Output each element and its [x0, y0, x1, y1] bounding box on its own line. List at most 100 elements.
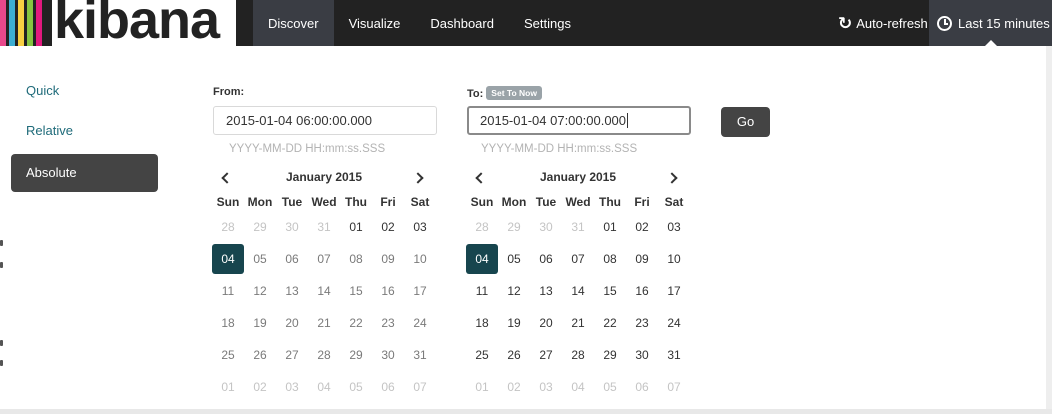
- calendar-day[interactable]: 13: [276, 276, 308, 306]
- calendar-day[interactable]: 18: [466, 308, 498, 338]
- calendar-day[interactable]: 29: [498, 212, 530, 242]
- calendar-day[interactable]: 02: [244, 372, 276, 402]
- calendar-day[interactable]: 23: [626, 308, 658, 338]
- calendar-day[interactable]: 11: [212, 276, 244, 306]
- kibana-logo[interactable]: kibana: [52, 0, 236, 46]
- next-month-icon[interactable]: [666, 168, 682, 188]
- set-to-now-button[interactable]: Set To Now: [486, 86, 542, 100]
- calendar-day[interactable]: 05: [498, 244, 530, 274]
- calendar-day[interactable]: 22: [340, 308, 372, 338]
- calendar-day[interactable]: 29: [594, 340, 626, 370]
- calendar-day[interactable]: 05: [244, 244, 276, 274]
- calendar-day[interactable]: 04: [562, 372, 594, 402]
- calendar-day[interactable]: 13: [530, 276, 562, 306]
- calendar-day[interactable]: 08: [594, 244, 626, 274]
- calendar-day[interactable]: 07: [404, 372, 436, 402]
- calendar-day[interactable]: 12: [244, 276, 276, 306]
- calendar-day[interactable]: 28: [562, 340, 594, 370]
- calendar-day[interactable]: 25: [466, 340, 498, 370]
- calendar-day[interactable]: 21: [308, 308, 340, 338]
- from-datetime-input[interactable]: 2015-01-04 06:00:00.000: [213, 106, 437, 135]
- calendar-day[interactable]: 21: [562, 308, 594, 338]
- calendar-day[interactable]: 12: [498, 276, 530, 306]
- calendar-day[interactable]: 31: [562, 212, 594, 242]
- calendar-day[interactable]: 31: [404, 340, 436, 370]
- calendar-day[interactable]: 08: [340, 244, 372, 274]
- calendar-day[interactable]: 09: [372, 244, 404, 274]
- calendar-day[interactable]: 02: [626, 212, 658, 242]
- calendar-day[interactable]: 04: [466, 244, 498, 274]
- calendar-day[interactable]: 14: [308, 276, 340, 306]
- calendar-day[interactable]: 17: [404, 276, 436, 306]
- calendar-day[interactable]: 19: [498, 308, 530, 338]
- calendar-day[interactable]: 06: [372, 372, 404, 402]
- calendar-day[interactable]: 27: [530, 340, 562, 370]
- mode-relative[interactable]: Relative: [11, 112, 158, 150]
- calendar-day[interactable]: 01: [340, 212, 372, 242]
- calendar-day[interactable]: 31: [658, 340, 690, 370]
- calendar-day[interactable]: 03: [658, 212, 690, 242]
- calendar-day[interactable]: 28: [212, 212, 244, 242]
- calendar-day[interactable]: 05: [340, 372, 372, 402]
- calendar-day[interactable]: 03: [276, 372, 308, 402]
- calendar-day[interactable]: 02: [372, 212, 404, 242]
- calendar-month-title[interactable]: January 2015: [516, 170, 640, 184]
- calendar-month-title[interactable]: January 2015: [262, 170, 386, 184]
- calendar-day[interactable]: 27: [276, 340, 308, 370]
- next-month-icon[interactable]: [412, 168, 428, 188]
- go-button[interactable]: Go: [721, 107, 770, 137]
- calendar-day[interactable]: 10: [404, 244, 436, 274]
- calendar-day[interactable]: 23: [372, 308, 404, 338]
- calendar-day[interactable]: 20: [276, 308, 308, 338]
- calendar-day[interactable]: 20: [530, 308, 562, 338]
- nav-visualize[interactable]: Visualize: [334, 0, 416, 46]
- auto-refresh-button[interactable]: ↻ Auto-refresh: [834, 0, 936, 46]
- calendar-day[interactable]: 28: [466, 212, 498, 242]
- calendar-day[interactable]: 06: [530, 244, 562, 274]
- calendar-day[interactable]: 31: [308, 212, 340, 242]
- calendar-day[interactable]: 03: [530, 372, 562, 402]
- calendar-day[interactable]: 25: [212, 340, 244, 370]
- calendar-day[interactable]: 11: [466, 276, 498, 306]
- calendar-day[interactable]: 16: [372, 276, 404, 306]
- calendar-day[interactable]: 01: [594, 212, 626, 242]
- calendar-day[interactable]: 02: [498, 372, 530, 402]
- prev-month-icon[interactable]: [472, 168, 488, 188]
- calendar-day[interactable]: 05: [594, 372, 626, 402]
- calendar-day[interactable]: 07: [308, 244, 340, 274]
- calendar-day[interactable]: 26: [244, 340, 276, 370]
- calendar-day[interactable]: 14: [562, 276, 594, 306]
- calendar-day[interactable]: 04: [308, 372, 340, 402]
- calendar-day[interactable]: 26: [498, 340, 530, 370]
- calendar-day[interactable]: 09: [626, 244, 658, 274]
- calendar-day[interactable]: 22: [594, 308, 626, 338]
- calendar-day[interactable]: 30: [372, 340, 404, 370]
- calendar-day[interactable]: 06: [626, 372, 658, 402]
- calendar-day[interactable]: 15: [594, 276, 626, 306]
- mode-absolute[interactable]: Absolute: [11, 154, 158, 192]
- calendar-day[interactable]: 07: [658, 372, 690, 402]
- calendar-day[interactable]: 30: [530, 212, 562, 242]
- calendar-day[interactable]: 10: [658, 244, 690, 274]
- calendar-day[interactable]: 17: [658, 276, 690, 306]
- calendar-day[interactable]: 24: [404, 308, 436, 338]
- calendar-day[interactable]: 04: [212, 244, 244, 274]
- calendar-day[interactable]: 28: [308, 340, 340, 370]
- prev-month-icon[interactable]: [218, 168, 234, 188]
- calendar-day[interactable]: 19: [244, 308, 276, 338]
- calendar-day[interactable]: 30: [626, 340, 658, 370]
- calendar-day[interactable]: 16: [626, 276, 658, 306]
- calendar-day[interactable]: 29: [244, 212, 276, 242]
- calendar-day[interactable]: 15: [340, 276, 372, 306]
- calendar-day[interactable]: 01: [212, 372, 244, 402]
- calendar-day[interactable]: 06: [276, 244, 308, 274]
- calendar-day[interactable]: 07: [562, 244, 594, 274]
- nav-dashboard[interactable]: Dashboard: [415, 0, 509, 46]
- calendar-day[interactable]: 24: [658, 308, 690, 338]
- nav-settings[interactable]: Settings: [509, 0, 586, 46]
- to-datetime-input[interactable]: 2015-01-04 07:00:00.000: [467, 106, 691, 135]
- calendar-day[interactable]: 30: [276, 212, 308, 242]
- calendar-day[interactable]: 29: [340, 340, 372, 370]
- calendar-day[interactable]: 03: [404, 212, 436, 242]
- calendar-day[interactable]: 18: [212, 308, 244, 338]
